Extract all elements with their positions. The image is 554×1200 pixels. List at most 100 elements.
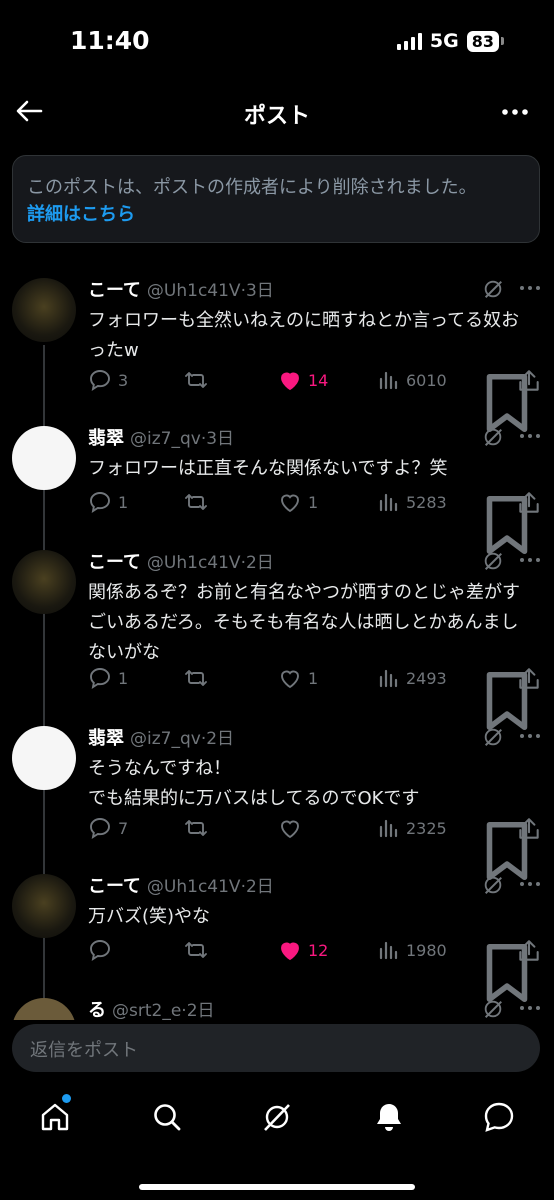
avatar[interactable]	[12, 550, 76, 614]
reply-button[interactable]: 7	[88, 816, 128, 840]
tweet-author-name[interactable]: こーて	[88, 276, 141, 302]
views-icon	[379, 371, 398, 390]
more-icon[interactable]	[518, 726, 542, 746]
messages-icon[interactable]	[482, 1100, 516, 1134]
retweet-icon	[185, 494, 207, 510]
like-button[interactable]: 1	[278, 490, 318, 514]
battery-icon: 83	[466, 30, 499, 52]
more-icon[interactable]	[518, 426, 542, 446]
tweet-author-name[interactable]: こーて	[88, 872, 141, 898]
grok-icon[interactable]	[482, 726, 504, 748]
retweet-button[interactable]	[184, 368, 214, 392]
signal-icon	[396, 32, 422, 50]
share-icon[interactable]	[516, 490, 542, 516]
like-button[interactable]	[278, 816, 308, 840]
tweet-handle-time: @Uh1c41V·2日	[146, 877, 274, 897]
like-button[interactable]: 14	[278, 368, 328, 392]
tweet-handle-time: @srt2_e·2日	[112, 1001, 215, 1020]
tweet-author-name[interactable]: る	[88, 996, 106, 1020]
page-title: ポスト	[243, 104, 310, 129]
more-icon[interactable]	[518, 278, 542, 298]
details-link[interactable]: 詳細はこちら	[27, 201, 525, 228]
views-icon	[379, 493, 398, 512]
like-icon	[281, 494, 299, 513]
views-button[interactable]: 1980	[376, 938, 447, 962]
like-button[interactable]: 1	[278, 666, 318, 690]
tweet-author-name[interactable]: こーて	[88, 548, 141, 574]
avatar[interactable]	[12, 874, 76, 938]
grok-icon[interactable]	[482, 998, 504, 1020]
share-icon[interactable]	[516, 368, 542, 394]
tweet-text: フォロワーも全然いねえのに晒すねとか言ってる奴おったw	[88, 310, 520, 361]
reply-button[interactable]: 1	[88, 666, 128, 690]
tweet-text: そうなんですね！ でも結果的に万バスはしてるのでOKです	[88, 758, 420, 809]
deleted-post-notice: このポストは、ポストの作成者により削除されました。 詳細はこちら	[12, 155, 540, 243]
notifications-icon[interactable]	[372, 1100, 406, 1134]
reply-icon	[90, 370, 110, 391]
retweet-icon	[185, 820, 207, 836]
tweet-author-name[interactable]: 翡翠	[88, 724, 124, 750]
network-label: 5G	[429, 30, 459, 52]
grok-icon[interactable]	[482, 550, 504, 572]
more-icon[interactable]	[518, 874, 542, 894]
tweet[interactable]: る @srt2_e·2日	[0, 996, 554, 1020]
tweet-handle-time: @iz7_qv·3日	[130, 429, 235, 449]
tweet-actions: 3 14 6010	[88, 368, 542, 433]
tweet-actions: 1 1 5283	[88, 490, 542, 555]
grok-icon[interactable]	[482, 874, 504, 896]
share-icon[interactable]	[516, 816, 542, 842]
deleted-notice-text: このポストは、ポストの作成者により削除されました。	[27, 177, 477, 198]
more-icon[interactable]	[500, 100, 530, 124]
retweet-button[interactable]	[184, 490, 214, 514]
like-button[interactable]: 12	[278, 938, 328, 962]
grok-nav-icon[interactable]	[260, 1100, 294, 1134]
avatar[interactable]	[12, 998, 76, 1020]
avatar[interactable]	[12, 426, 76, 490]
views-button[interactable]: 2493	[376, 666, 447, 690]
reply-icon	[90, 940, 110, 961]
retweet-button[interactable]	[184, 666, 214, 690]
tweet-actions: 12 1980	[88, 938, 542, 1003]
reply-placeholder: 返信をポスト	[30, 1040, 138, 1061]
views-icon	[379, 819, 398, 838]
share-icon[interactable]	[516, 938, 542, 964]
retweet-icon	[185, 670, 207, 686]
search-icon[interactable]	[150, 1100, 184, 1134]
retweet-button[interactable]	[184, 816, 214, 840]
reply-button[interactable]: 1	[88, 490, 128, 514]
views-icon	[379, 669, 398, 688]
tweet-text: 関係あるぞ？お前と有名なやつが晒すのとじゃ差がすごいあるだろ。そもそも有名な人は…	[88, 582, 520, 663]
views-button[interactable]: 2325	[376, 816, 447, 840]
views-button[interactable]: 6010	[376, 368, 447, 392]
reply-icon	[90, 818, 110, 839]
home-indicator	[139, 1184, 415, 1190]
grok-icon[interactable]	[482, 278, 504, 300]
like-icon	[281, 820, 299, 839]
more-icon[interactable]	[518, 998, 542, 1018]
status-indicators: 5G 83	[396, 30, 504, 52]
tweet-text: フォロワーは正直そんな関係ないですよ？笑	[88, 458, 448, 479]
tweet-handle-time: @Uh1c41V·3日	[146, 281, 274, 301]
grok-icon[interactable]	[482, 426, 504, 448]
more-icon[interactable]	[518, 550, 542, 570]
tweet-actions: 7 2325	[88, 816, 542, 881]
like-icon	[281, 670, 299, 689]
tweet-handle-time: @Uh1c41V·2日	[146, 553, 274, 573]
unread-dot	[62, 1094, 71, 1103]
avatar[interactable]	[12, 278, 76, 342]
home-icon[interactable]	[38, 1100, 72, 1134]
views-button[interactable]: 5283	[376, 490, 447, 514]
views-icon	[379, 941, 398, 960]
reply-button[interactable]	[88, 938, 118, 962]
tweet-actions: 1 1 2493	[88, 666, 542, 731]
reply-icon	[90, 492, 110, 513]
reply-button[interactable]: 3	[88, 368, 128, 392]
retweet-button[interactable]	[184, 938, 214, 962]
tweet-text: 万バズ(笑)やな	[88, 906, 211, 927]
like-icon	[281, 372, 299, 391]
status-time: 11:40	[70, 26, 150, 55]
bottom-nav	[0, 1088, 554, 1200]
avatar[interactable]	[12, 726, 76, 790]
share-icon[interactable]	[516, 666, 542, 692]
tweet-author-name[interactable]: 翡翠	[88, 424, 124, 450]
